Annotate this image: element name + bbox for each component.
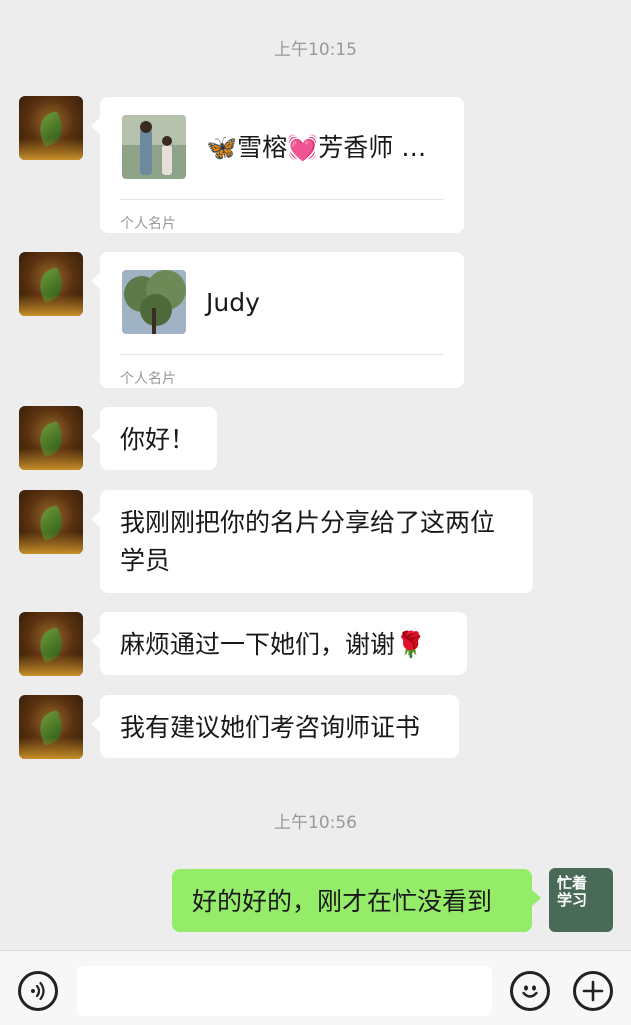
voice-icon bbox=[31, 981, 45, 1001]
timestamp: 上午10:56 bbox=[274, 813, 357, 833]
contact-card-message[interactable]: 🦋雪榕💓芳香师 … 个人名片 bbox=[91, 97, 464, 233]
add-button[interactable] bbox=[573, 971, 613, 1011]
voice-button[interactable] bbox=[18, 971, 58, 1011]
message-input[interactable] bbox=[77, 966, 492, 1016]
my-avatar[interactable]: 忙着 学习 bbox=[549, 868, 613, 932]
contact-avatar[interactable] bbox=[19, 612, 83, 676]
card-divider bbox=[120, 199, 444, 200]
contact-card-message[interactable]: Judy 个人名片 bbox=[91, 252, 464, 388]
text-message[interactable]: 我刚刚把你的名片分享给了这两位 学员 bbox=[91, 490, 533, 593]
add-icon bbox=[582, 980, 604, 1002]
contact-avatar[interactable] bbox=[19, 406, 83, 470]
card-type-label: 个人名片 bbox=[120, 216, 176, 232]
contact-avatar[interactable] bbox=[19, 490, 83, 554]
emoji-icon bbox=[522, 985, 538, 998]
card-name: 🦋雪榕💓芳香师 … bbox=[206, 133, 427, 162]
avatar-text: 忙着 bbox=[557, 874, 588, 892]
card-divider bbox=[120, 354, 444, 355]
contact-avatar[interactable] bbox=[19, 96, 83, 160]
card-photo bbox=[122, 270, 186, 334]
emoji-button[interactable] bbox=[510, 971, 550, 1011]
card-name: Judy bbox=[206, 288, 260, 317]
message-line: 我刚刚把你的名片分享给了这两位 bbox=[120, 508, 496, 537]
text-message[interactable]: 麻烦通过一下她们，谢谢🌹 bbox=[91, 612, 467, 675]
card-photo bbox=[122, 115, 186, 179]
contact-avatar[interactable] bbox=[19, 252, 83, 316]
my-text-message[interactable]: 好的好的，刚才在忙没看到 bbox=[172, 869, 541, 932]
contact-avatar[interactable] bbox=[19, 695, 83, 759]
avatar-text: 学习 bbox=[557, 891, 588, 909]
timestamp: 上午10:15 bbox=[274, 40, 357, 60]
input-toolbar bbox=[0, 950, 631, 1025]
chat-area[interactable]: 上午10:15 🦋雪榕💓芳香师 … 个人名片 Judy 个人名片 你好！ 我刚刚… bbox=[0, 0, 631, 950]
text-message[interactable]: 我有建议她们考咨询师证书 bbox=[91, 695, 459, 758]
text-message[interactable]: 你好！ bbox=[91, 407, 217, 470]
message-line: 学员 bbox=[120, 546, 171, 575]
card-type-label: 个人名片 bbox=[120, 371, 176, 387]
